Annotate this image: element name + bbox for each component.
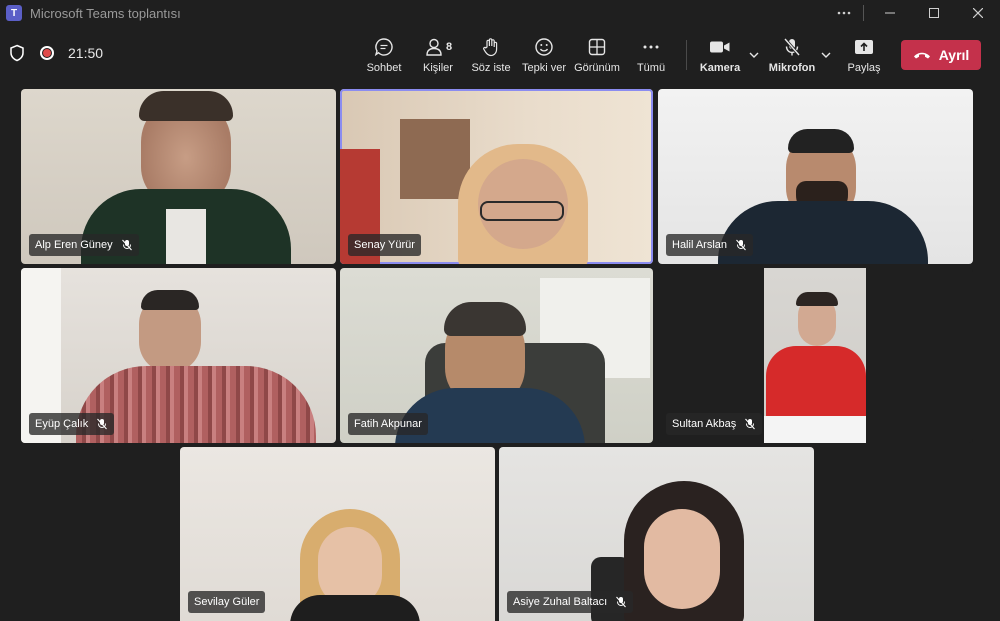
video-camera-icon xyxy=(709,36,731,58)
mic-muted-icon xyxy=(121,239,132,251)
raise-hand-label: Söz iste xyxy=(471,62,511,74)
meeting-status: 21:50 xyxy=(8,44,103,62)
hang-up-icon xyxy=(913,52,930,59)
video-tile[interactable]: Asiye Zuhal Baltacı xyxy=(499,447,814,621)
raise-hand-button[interactable]: Söz iste xyxy=(471,36,511,80)
mic-muted-icon xyxy=(736,239,746,251)
participant-name-tag: Alp Eren Güney xyxy=(29,234,139,256)
meeting-timer: 21:50 xyxy=(68,45,104,61)
share-button[interactable]: Paylaş xyxy=(846,36,882,80)
participant-name: Sultan Akbaş xyxy=(672,418,737,430)
close-button[interactable] xyxy=(956,0,1000,26)
participant-name-tag: Senay Yürür xyxy=(348,234,421,256)
teams-logo-icon: T xyxy=(6,5,22,21)
participant-name: Asiye Zuhal Baltacı xyxy=(513,596,608,608)
recording-icon xyxy=(40,46,54,60)
mic-label: Mikrofon xyxy=(768,62,816,74)
more-actions-button[interactable]: Tümü xyxy=(634,36,668,80)
camera-label: Kamera xyxy=(699,62,741,74)
view-button[interactable]: Görünüm xyxy=(574,36,620,80)
react-label: Tepki ver xyxy=(521,62,567,74)
window-title: Microsoft Teams toplantısı xyxy=(30,5,181,21)
divider xyxy=(863,5,864,21)
participant-name-tag: Sevilay Güler xyxy=(188,591,266,613)
minimize-button[interactable] xyxy=(868,0,912,26)
react-button[interactable]: Tepki ver xyxy=(522,36,566,80)
participant-name: Eyüp Çalık xyxy=(35,418,89,430)
camera-button[interactable]: Kamera xyxy=(700,36,740,80)
mic-muted-icon xyxy=(745,418,756,430)
participant-name: Fatih Akpunar xyxy=(354,418,422,430)
participant-name: Sevilay Güler xyxy=(194,596,260,608)
more-actions-label: Tümü xyxy=(636,62,666,74)
share-label: Paylaş xyxy=(847,62,881,74)
grid-view-icon xyxy=(587,36,607,58)
share-screen-icon xyxy=(853,36,875,58)
people-label: Kişiler xyxy=(423,62,453,74)
participant-name: Senay Yürür xyxy=(354,239,415,251)
video-tile[interactable]: Fatih Akpunar xyxy=(340,268,653,443)
video-tile[interactable]: Sultan Akbaş xyxy=(658,268,973,443)
participant-name-tag: Asiye Zuhal Baltacı xyxy=(507,591,634,613)
participant-name: Halil Arslan xyxy=(672,239,728,251)
people-count: 8 xyxy=(445,41,453,53)
meeting-toolbar: 21:50 Sohbet 8 Kişiler Söz iste Tepki ve… xyxy=(0,26,1000,86)
participant-name-tag: Fatih Akpunar xyxy=(348,413,428,435)
mic-muted-icon xyxy=(616,596,627,608)
video-tile[interactable]: Eyüp Çalık xyxy=(21,268,336,443)
toolbar-divider xyxy=(686,40,687,70)
view-label: Görünüm xyxy=(574,62,620,74)
mic-options-chevron-icon[interactable] xyxy=(819,48,833,62)
video-tile[interactable]: Alp Eren Güney xyxy=(21,89,336,264)
ellipsis-icon xyxy=(641,36,661,58)
chat-icon xyxy=(374,36,394,58)
video-tile-active-speaker[interactable]: Senay Yürür xyxy=(340,89,653,264)
people-icon: 8 xyxy=(424,36,452,58)
mic-muted-icon xyxy=(97,418,108,430)
smiley-icon xyxy=(534,36,554,58)
hand-icon xyxy=(481,36,501,58)
chat-label: Sohbet xyxy=(366,62,402,74)
shield-icon xyxy=(10,44,24,62)
mic-off-icon xyxy=(782,36,802,58)
participant-name-tag: Sultan Akbaş xyxy=(666,413,763,435)
leave-label: Ayrıl xyxy=(938,47,970,63)
leave-button[interactable]: Ayrıl xyxy=(901,40,981,70)
more-options-icon[interactable] xyxy=(829,0,859,26)
window-controls xyxy=(829,0,1000,26)
participant-name: Alp Eren Güney xyxy=(35,239,113,251)
chat-button[interactable]: Sohbet xyxy=(364,36,404,80)
video-tile[interactable]: Halil Arslan xyxy=(658,89,973,264)
participant-name-tag: Halil Arslan xyxy=(666,234,754,256)
video-tile[interactable]: Sevilay Güler xyxy=(180,447,495,621)
mic-button[interactable]: Mikrofon xyxy=(768,36,816,80)
participant-name-tag: Eyüp Çalık xyxy=(29,413,115,435)
maximize-button[interactable] xyxy=(912,0,956,26)
camera-options-chevron-icon[interactable] xyxy=(747,48,761,62)
title-bar: T Microsoft Teams toplantısı xyxy=(0,0,1000,26)
people-button[interactable]: 8 Kişiler xyxy=(420,36,456,80)
